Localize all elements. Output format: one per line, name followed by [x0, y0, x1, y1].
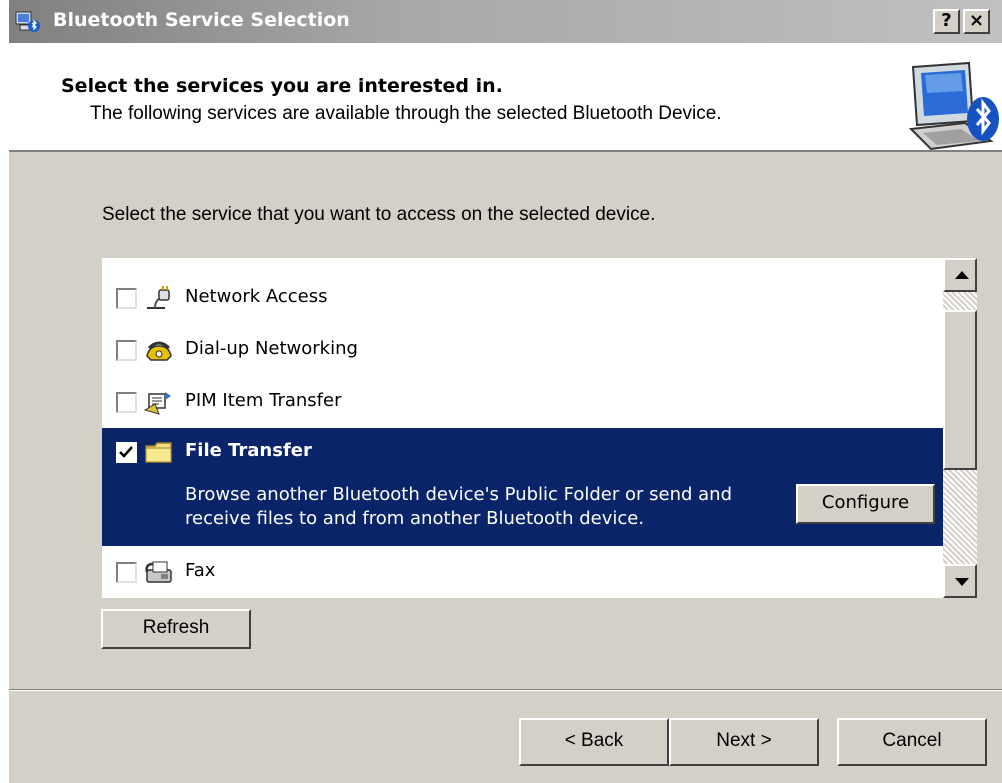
service-description: Browse another Bluetooth device's Public… — [185, 484, 732, 529]
pim-transfer-icon — [143, 392, 171, 415]
folder-icon — [145, 442, 172, 463]
wizard-header: Select the services you are interested i… — [9, 43, 1002, 152]
scroll-down-button[interactable] — [943, 564, 977, 598]
service-label: Dial-up Networking — [185, 338, 358, 359]
service-label: PIM Item Transfer — [185, 390, 342, 411]
cancel-button[interactable]: Cancel — [837, 718, 987, 766]
footer-separator — [9, 689, 1002, 691]
phone-icon — [146, 341, 172, 361]
refresh-button[interactable]: Refresh — [101, 609, 251, 649]
service-checkbox[interactable] — [116, 288, 137, 309]
checkmark-icon — [119, 446, 133, 458]
service-item-network-access[interactable]: Network Access — [102, 272, 943, 324]
service-item-pim-item-transfer[interactable]: PIM Item Transfer — [102, 376, 943, 428]
configure-button[interactable]: Configure — [796, 484, 935, 524]
header-title: Select the services you are interested i… — [61, 75, 503, 97]
service-checkbox[interactable] — [116, 392, 137, 413]
bluetooth-service-selection-window: Bluetooth Service Selection ? × Select t… — [9, 0, 1002, 783]
arrow-up-icon — [955, 271, 969, 279]
scroll-thumb[interactable] — [943, 310, 977, 470]
service-item-dial-up-networking[interactable]: Dial-up Networking — [102, 324, 943, 376]
back-button[interactable]: < Back — [519, 718, 669, 766]
title-bar[interactable]: Bluetooth Service Selection ? × — [9, 0, 1002, 43]
bluetooth-computer-icon — [908, 61, 999, 151]
service-item-fax[interactable]: Fax — [102, 546, 943, 598]
service-checkbox[interactable] — [116, 562, 137, 583]
service-checkbox[interactable] — [116, 340, 137, 361]
arrow-down-icon — [955, 578, 969, 586]
service-list-items: Network Access Dial-up Networking PIM It… — [102, 258, 943, 598]
service-checkbox-checked[interactable] — [116, 442, 137, 463]
service-label: File Transfer — [185, 440, 312, 461]
fax-icon — [145, 561, 172, 583]
instruction-text: Select the service that you want to acce… — [102, 204, 656, 225]
help-button[interactable]: ? — [933, 9, 960, 34]
header-subtitle: The following services are available thr… — [90, 103, 722, 124]
window-left-edge — [0, 0, 9, 783]
service-label: Fax — [185, 560, 216, 581]
close-button[interactable]: × — [963, 9, 990, 34]
window-title: Bluetooth Service Selection — [53, 9, 350, 31]
network-plug-icon — [147, 286, 170, 309]
service-item-file-transfer[interactable]: File Transfer Browse another Bluetooth d… — [102, 428, 943, 546]
scroll-up-button[interactable] — [943, 258, 977, 292]
service-label: Network Access — [185, 286, 328, 307]
service-list: Network Access Dial-up Networking PIM It… — [102, 258, 977, 598]
bluetooth-device-icon — [15, 11, 40, 32]
next-button[interactable]: Next > — [669, 718, 819, 766]
vertical-scrollbar[interactable] — [943, 258, 977, 598]
